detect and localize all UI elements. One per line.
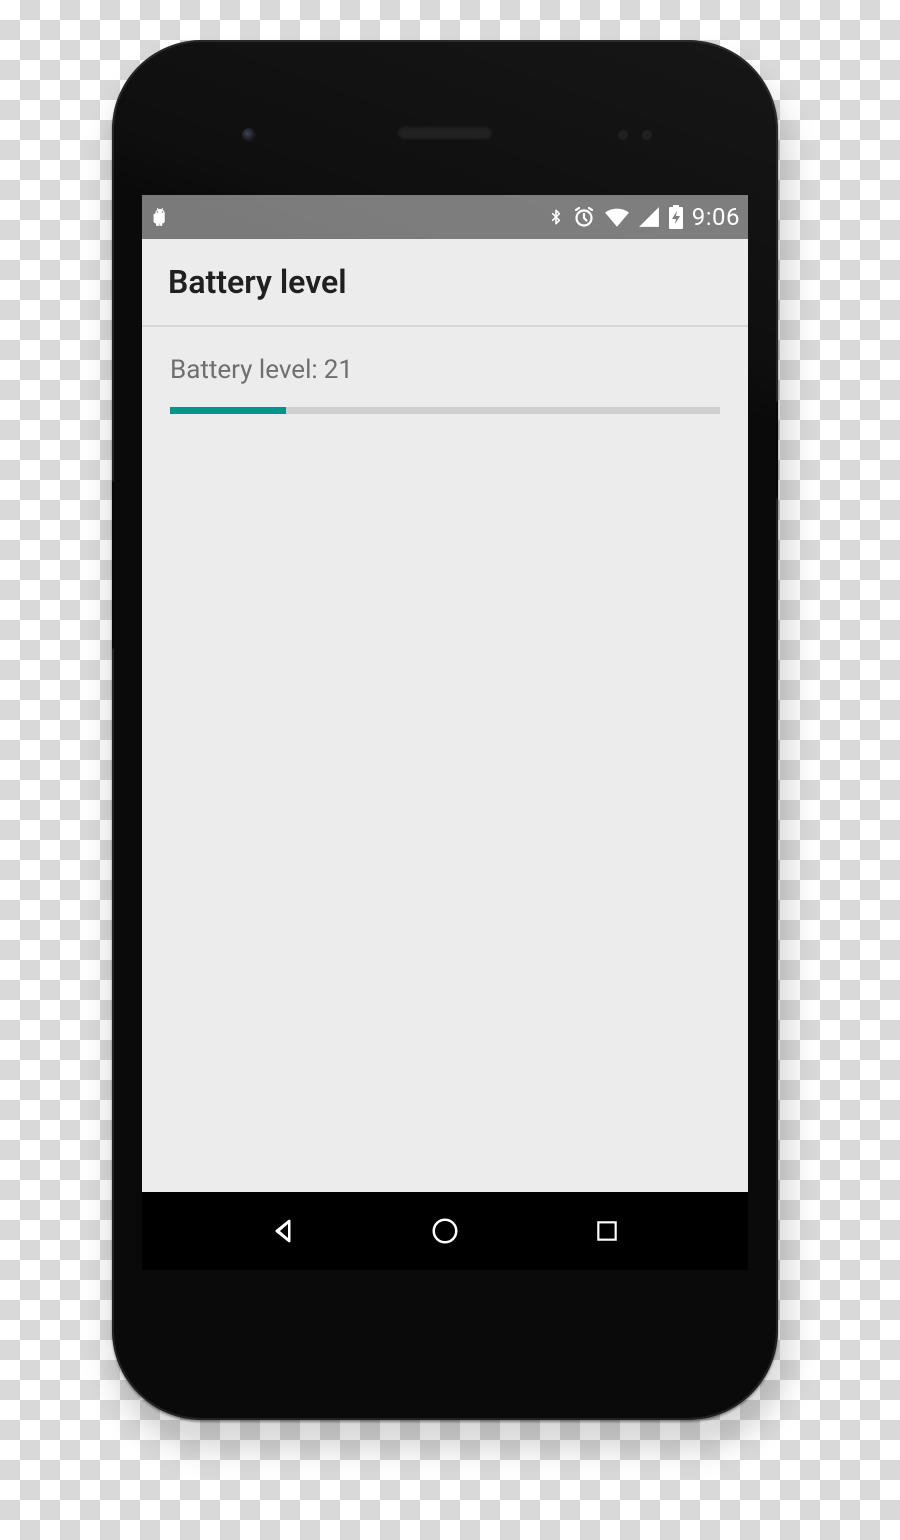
battery-charging-icon (668, 205, 684, 229)
alarm-icon (572, 205, 596, 229)
battery-level-value: 21 (324, 355, 353, 385)
proximity-sensor (618, 130, 628, 140)
nav-home-button[interactable] (425, 1211, 465, 1251)
earpiece (397, 126, 493, 140)
device-frame: 9:06 Battery level Battery level: 21 (112, 40, 778, 1420)
navigation-bar (142, 1192, 748, 1270)
status-bar[interactable]: 9:06 (142, 195, 748, 239)
status-bar-clock: 9:06 (692, 203, 740, 231)
volume-rocker (112, 480, 114, 650)
app-title: Battery level (168, 263, 347, 301)
device-screen: 9:06 Battery level Battery level: 21 (142, 195, 748, 1270)
app-bar: Battery level (142, 239, 748, 327)
battery-progress-bar (170, 407, 720, 414)
battery-level-label: Battery level: (170, 355, 318, 385)
android-debug-icon (150, 206, 170, 228)
light-sensor (642, 130, 652, 140)
power-button (776, 400, 778, 500)
bluetooth-icon (548, 205, 564, 229)
app-content: Battery level: 21 (142, 327, 748, 1192)
battery-level-text: Battery level: 21 (170, 355, 720, 385)
cell-signal-icon (638, 206, 660, 228)
front-camera (242, 128, 256, 142)
nav-recents-button[interactable] (587, 1211, 627, 1251)
wifi-icon (604, 206, 630, 228)
nav-back-button[interactable] (263, 1211, 303, 1251)
battery-progress-fill (170, 407, 286, 414)
